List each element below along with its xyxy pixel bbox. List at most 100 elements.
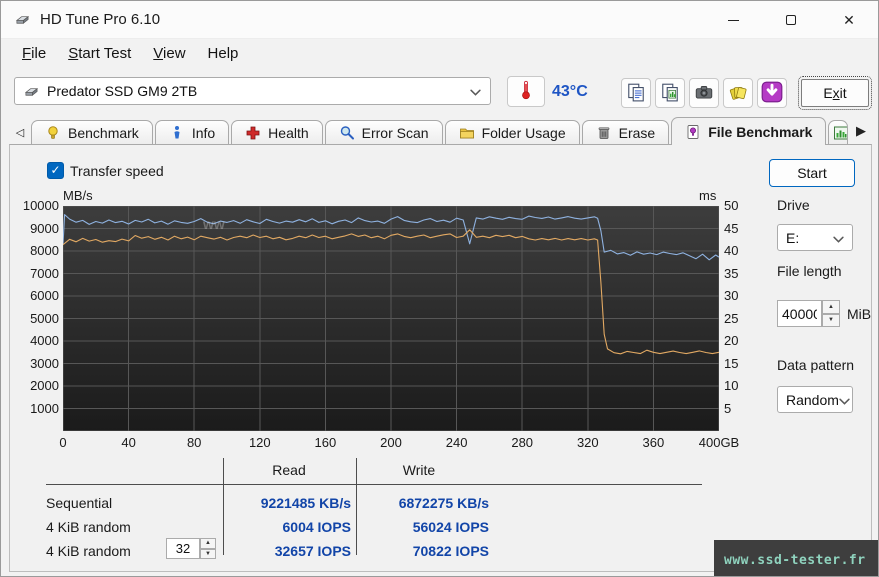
tab-health[interactable]: Health: [231, 120, 322, 145]
download-arrow-icon: [761, 81, 783, 106]
menu-file[interactable]: File: [11, 42, 57, 65]
tab-file-benchmark[interactable]: File Benchmark: [671, 117, 826, 145]
x-tick-label: 240: [446, 435, 468, 450]
tab-label: Erase: [619, 125, 656, 141]
temperature-value: 43°C: [552, 83, 588, 101]
save-download-button[interactable]: [757, 78, 787, 108]
table-column-divider: [356, 458, 357, 555]
maximize-icon: [786, 15, 796, 25]
y-tick-label: 30: [724, 288, 738, 304]
file-length-input[interactable]: [777, 300, 822, 327]
y-tick-label: 20: [724, 333, 738, 349]
x-tick-label: 200: [380, 435, 402, 450]
tabbar: ◁ Benchmark Info Health Error ScanFolder Us…: [9, 116, 872, 145]
start-button[interactable]: Start: [769, 159, 855, 187]
y-tick-label: 6000: [30, 288, 59, 304]
chevron-down-icon: [470, 83, 481, 99]
titlebar: HD Tune Pro 6.10 ✕: [1, 1, 878, 39]
write-value: 6872275 KB/s: [361, 495, 489, 511]
y-tick-label: 3000: [30, 356, 59, 372]
copy-image-button[interactable]: [655, 78, 685, 108]
magnifier-icon: [339, 125, 355, 141]
menu-start-test[interactable]: Start Test: [57, 42, 142, 65]
x-tick-label: 320: [577, 435, 599, 450]
y-tick-label: 1000: [30, 401, 59, 417]
transfer-speed-checkbox[interactable]: ✓: [47, 162, 64, 179]
close-icon: ✕: [843, 13, 855, 27]
menu-view[interactable]: View: [142, 42, 196, 65]
trash-icon: [596, 125, 612, 141]
minimize-button[interactable]: [704, 1, 762, 39]
tab-benchmark[interactable]: Benchmark: [31, 120, 153, 145]
tab-label: Health: [268, 125, 308, 141]
yellow-sheets-icon: [728, 82, 748, 105]
y-axis-left-title: MB/s: [63, 188, 93, 203]
drive-label: Drive: [777, 197, 810, 213]
y-tick-label: 5000: [30, 311, 59, 327]
exit-button[interactable]: Exit: [801, 79, 869, 107]
chevron-down-icon: [839, 392, 850, 408]
read-value: 32657 IOPS: [211, 543, 351, 559]
spin-down-button[interactable]: ▼: [822, 314, 840, 328]
x-tick-label: 280: [511, 435, 533, 450]
read-value: 9221485 KB/s: [211, 495, 351, 511]
x-tick-label: 400GB: [699, 435, 739, 450]
drive-select-value: Predator SSD GM9 2TB: [47, 83, 470, 99]
tab-folder-usage[interactable]: Folder Usage: [445, 120, 580, 145]
health-icon: [245, 125, 261, 141]
drive-select-dropdown[interactable]: Predator SSD GM9 2TB: [14, 77, 491, 105]
target-drive-value: E:: [786, 230, 833, 246]
y-tick-label: 8000: [30, 243, 59, 259]
copy-pages-icon: [626, 82, 646, 105]
temperature-button[interactable]: [507, 76, 545, 107]
transfer-speed-label: Transfer speed: [70, 163, 164, 179]
tab-scroll-left-button[interactable]: ◁: [9, 126, 31, 145]
x-tick-label: 120: [249, 435, 271, 450]
window-controls: ✕: [704, 1, 878, 39]
x-tick-label: 40: [121, 435, 135, 450]
chevron-down-icon: [833, 230, 844, 246]
y-tick-label: 7000: [30, 266, 59, 282]
menu-help[interactable]: Help: [197, 42, 250, 65]
tab-list: Benchmark Info Health Error ScanFolder Usag…: [31, 117, 850, 145]
close-button[interactable]: ✕: [820, 1, 878, 39]
y-tick-label: 15: [724, 356, 738, 372]
site-watermark: www.ssd-tester.fr: [714, 540, 879, 577]
chart-watermark: ww: [203, 216, 225, 232]
spin-up-button[interactable]: ▲: [822, 300, 840, 314]
target-drive-dropdown[interactable]: E:: [777, 224, 853, 251]
data-pattern-dropdown[interactable]: Random: [777, 386, 853, 413]
block-count-input[interactable]: [166, 538, 200, 559]
y-tick-label: 10: [724, 378, 738, 394]
copy-text-button[interactable]: [621, 78, 651, 108]
screenshot-button[interactable]: [689, 78, 719, 108]
tab-scroll-right-button[interactable]: ▶: [850, 123, 872, 145]
menubar: FileStart TestViewHelp: [1, 39, 878, 67]
y-tick-label: 5: [724, 401, 731, 417]
y-axis-right-ticks: 5045403530252015105: [724, 206, 752, 431]
x-tick-label: 80: [187, 435, 201, 450]
table-row-label: 4 KiB random: [46, 519, 131, 535]
read-column-header: Read: [239, 462, 339, 478]
folder-icon: [459, 125, 475, 141]
checkmark-icon: ✓: [50, 163, 60, 177]
file-length-label: File length: [777, 263, 842, 279]
y-tick-label: 40: [724, 243, 738, 259]
toolbar-icon-buttons: [621, 78, 787, 108]
tab-erase[interactable]: Erase: [582, 120, 670, 145]
table-row-label: Sequential: [46, 495, 112, 511]
tab-info[interactable]: Info: [155, 120, 229, 145]
maximize-button[interactable]: [762, 1, 820, 39]
tab-error-scan[interactable]: Error Scan: [325, 120, 443, 145]
export-button[interactable]: [723, 78, 753, 108]
tab-label: Info: [192, 125, 215, 141]
table-header-divider: [46, 484, 702, 485]
read-value: 6004 IOPS: [211, 519, 351, 535]
y-tick-label: 4000: [30, 333, 59, 349]
write-column-header: Write: [369, 462, 469, 478]
tab-item[interactable]: Λ.: [828, 120, 848, 145]
x-tick-label: 360: [643, 435, 665, 450]
x-tick-label: 160: [315, 435, 337, 450]
y-tick-label: 50: [724, 198, 738, 214]
file-bulb-icon: [685, 124, 701, 140]
